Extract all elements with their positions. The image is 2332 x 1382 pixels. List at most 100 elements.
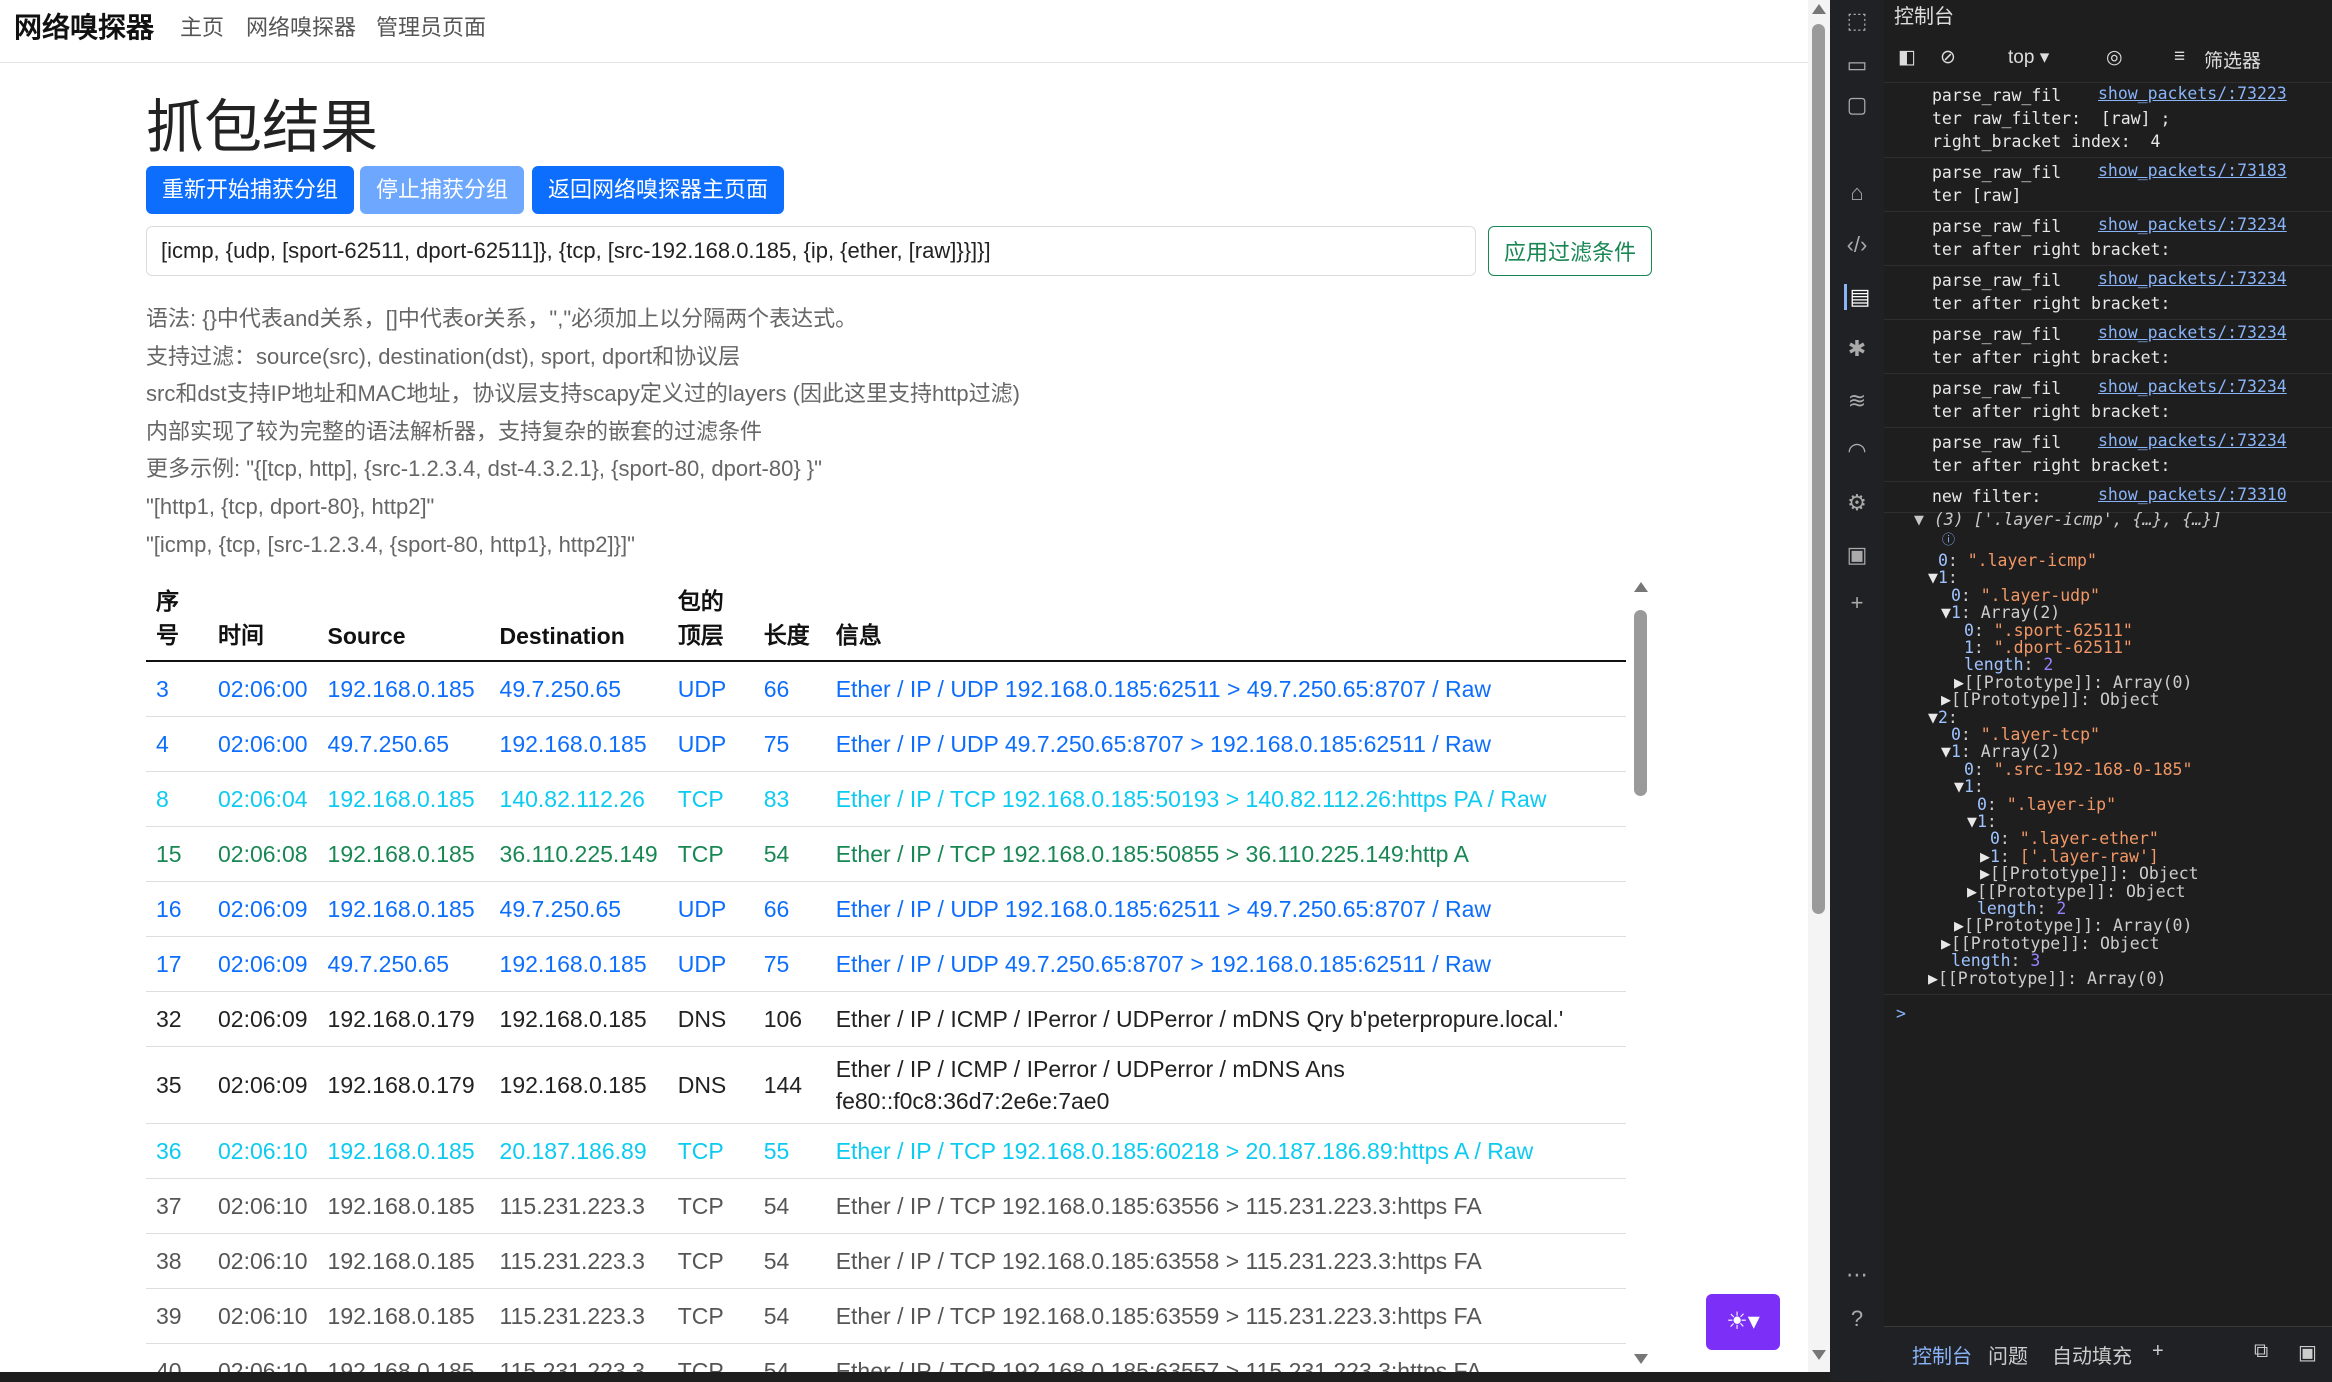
stop-capture-button[interactable]: 停止捕获分组 [360,166,525,214]
restart-capture-button[interactable]: 重新开始捕获分组 [146,166,355,214]
devtools-sidebar: ⬚ ▭ ▢ ⌂ ‹/› ▤ ✱ ≋ ◠ ⚙ ▣ + ⋯ ? [1830,0,1885,1381]
filter-icon[interactable]: ≡ [2174,46,2185,68]
help-icon[interactable]: ? [1844,1306,1870,1332]
home-icon[interactable]: ⌂ [1844,180,1870,206]
scroll-up-arrow-icon[interactable] [1812,4,1826,14]
table-row[interactable]: 8 02:06:04 192.168.0.185 140.82.112.26 TCP 83… [146,771,1626,827]
window-icon[interactable]: ▢ [1844,92,1870,118]
tree-toggle-icon[interactable]: ▼ [1954,777,1964,796]
source-link[interactable]: show_packets/:73234 [2098,431,2287,450]
tree-toggle-icon[interactable]: ▼ [1941,742,1951,761]
source-link[interactable]: show_packets/:73183 [2098,161,2287,180]
theme-toggle-button[interactable]: ☀▾ [1706,1294,1780,1350]
cell-length: 106 [753,991,826,1047]
table-header-row: 序号 时间 Source Destination 包的顶层 长度 信息 [146,576,1626,662]
close-drawer-icon[interactable]: ▣ [2298,1340,2317,1365]
table-row[interactable]: 35 02:06:09 192.168.0.179 192.168.0.185 DNS 1… [146,1046,1626,1124]
cell-no: 16 [146,881,208,937]
tree-value: ".src-192-168-0-185" [1993,759,2193,779]
nav-link-home[interactable]: 主页 [180,10,224,42]
console-icon[interactable]: ▤ [1844,284,1873,310]
col-header-length: 长度 [753,576,826,662]
network-wifi-icon[interactable]: ≋ [1844,388,1870,414]
table-scrollbar[interactable] [1630,578,1650,1368]
cell-no: 37 [146,1178,208,1234]
object-tree-row[interactable]: ▶[[Prototype]]: Array(0) [1928,967,2166,990]
scroll-up-arrow-icon[interactable] [1634,582,1648,592]
log-separator [1884,994,2332,995]
dock-icon[interactable]: ⧉ [2254,1340,2268,1363]
tab-issues[interactable]: 问题 [1988,1340,2028,1369]
live-expression-eye-icon[interactable]: ◎ [2106,46,2123,69]
application-icon[interactable]: ▣ [1844,542,1870,568]
table-row[interactable]: 37 02:06:10 192.168.0.185 115.231.223.3 TCP 5… [146,1178,1626,1234]
tree-toggle-icon[interactable]: ▼ [1967,812,1977,831]
page-scrollbar[interactable] [1808,0,1830,1372]
scroll-down-arrow-icon[interactable] [1812,1350,1826,1360]
cell-no: 3 [146,661,208,717]
apply-filter-button[interactable]: 应用过滤条件 [1488,226,1652,276]
log-separator [1884,373,2332,374]
table-row[interactable]: 15 02:06:08 192.168.0.185 36.110.225.149 TCP… [146,826,1626,882]
table-row[interactable]: 40 02:06:10 192.168.0.185 115.231.223.3 TCP 5… [146,1343,1626,1372]
device-toggle-icon[interactable]: ▭ [1844,52,1870,78]
array-summary[interactable]: ▼ (3) ['.layer-icmp', {…}, {…}] [1914,508,2222,531]
tree-toggle-icon[interactable]: ▼ [1928,568,1938,587]
cell-info: Ether / IP / ICMP / IPerror / UDPerror /… [825,991,1626,1047]
tree-toggle-icon[interactable]: ▼ [1941,603,1951,622]
source-link[interactable]: show_packets/:73234 [2098,215,2287,234]
log-separator [1884,211,2332,212]
expand-arrow-icon[interactable]: ▼ [1914,510,1934,529]
filter-label[interactable]: 筛选器 [2204,46,2261,73]
tree-toggle-icon[interactable]: ▶ [1928,969,1938,988]
cell-protocol: UDP [667,661,754,717]
cell-protocol: TCP [667,1343,754,1372]
col-header-source: Source [317,576,490,662]
scroll-down-arrow-icon[interactable] [1634,1354,1648,1364]
table-row[interactable]: 3 02:06:00 192.168.0.185 49.7.250.65 UDP 66 Et… [146,661,1626,717]
table-row[interactable]: 32 02:06:09 192.168.0.179 192.168.0.185 DNS 1… [146,991,1626,1047]
source-link[interactable]: show_packets/:73234 [2098,377,2287,396]
tab-console[interactable]: 控制台 [1912,1340,1972,1369]
context-selector[interactable]: top ▾ [2008,46,2049,69]
cell-protocol: UDP [667,716,754,772]
table-row[interactable]: 38 02:06:10 192.168.0.185 115.231.223.3 TCP 5… [146,1233,1626,1289]
cell-destination: 192.168.0.185 [489,936,668,992]
back-to-sniffer-button[interactable]: 返回网络嗅探器主页面 [532,166,785,214]
filter-input[interactable] [146,226,1476,276]
scroll-thumb[interactable] [1812,24,1825,914]
nav-link-admin[interactable]: 管理员页面 [376,10,486,42]
bug-icon[interactable]: ✱ [1844,336,1870,362]
page-title: 抓包结果 [146,95,379,160]
elements-icon[interactable]: ‹/› [1844,232,1870,258]
brand-logo[interactable]: 网络嗅探器 [14,6,154,46]
table-row[interactable]: 39 02:06:10 192.168.0.185 115.231.223.3 TCP 5… [146,1288,1626,1344]
table-row[interactable]: 36 02:06:10 192.168.0.185 20.187.186.89 TCP 5… [146,1123,1626,1179]
scroll-thumb[interactable] [1634,610,1647,796]
inspect-icon[interactable]: ⬚ [1844,8,1870,34]
add-tool-icon[interactable]: + [1844,590,1870,616]
nav-link-sniffer[interactable]: 网络嗅探器 [246,10,356,42]
table-row[interactable]: 16 02:06:09 192.168.0.185 49.7.250.65 UDP 66 E… [146,881,1626,937]
object-tree-row[interactable]: ▶[[Prototype]]: Object [1941,688,2160,711]
sidebar-toggle-icon[interactable]: ◧ [1898,46,1916,69]
source-link[interactable]: show_packets/:73234 [2098,323,2287,342]
source-link[interactable]: show_packets/:73234 [2098,269,2287,288]
col-header-destination: Destination [489,576,668,662]
tree-toggle-icon[interactable]: ▼ [1928,708,1938,727]
console-prompt[interactable]: > [1896,1002,1906,1025]
table-row[interactable]: 17 02:06:09 49.7.250.65 192.168.0.185 UDP 75 E… [146,936,1626,992]
tab-autofill[interactable]: 自动填充 [2052,1340,2132,1369]
table-row[interactable]: 4 02:06:00 49.7.250.65 192.168.0.185 UDP 75 Et… [146,716,1626,772]
more-icon[interactable]: ⋯ [1844,1262,1870,1288]
performance-icon[interactable]: ◠ [1844,438,1870,464]
cell-length: 54 [753,1288,826,1344]
settings-gear-icon[interactable]: ⚙ [1844,490,1870,516]
cell-time: 02:06:09 [208,1046,318,1124]
console-toolbar: ◧ ⊘ top ▾ ◎ ≡ 筛选器 [1884,38,2332,83]
clear-console-icon[interactable]: ⊘ [1940,46,1956,69]
sniffer-page: 网络嗅探器 主页 网络嗅探器 管理员页面 抓包结果 重新开始捕获分组 停止捕获分… [0,0,1808,1372]
source-link[interactable]: show_packets/:73310 [2098,485,2287,504]
source-link[interactable]: show_packets/:73223 [2098,84,2287,103]
add-tab-icon[interactable]: + [2152,1340,2164,1363]
